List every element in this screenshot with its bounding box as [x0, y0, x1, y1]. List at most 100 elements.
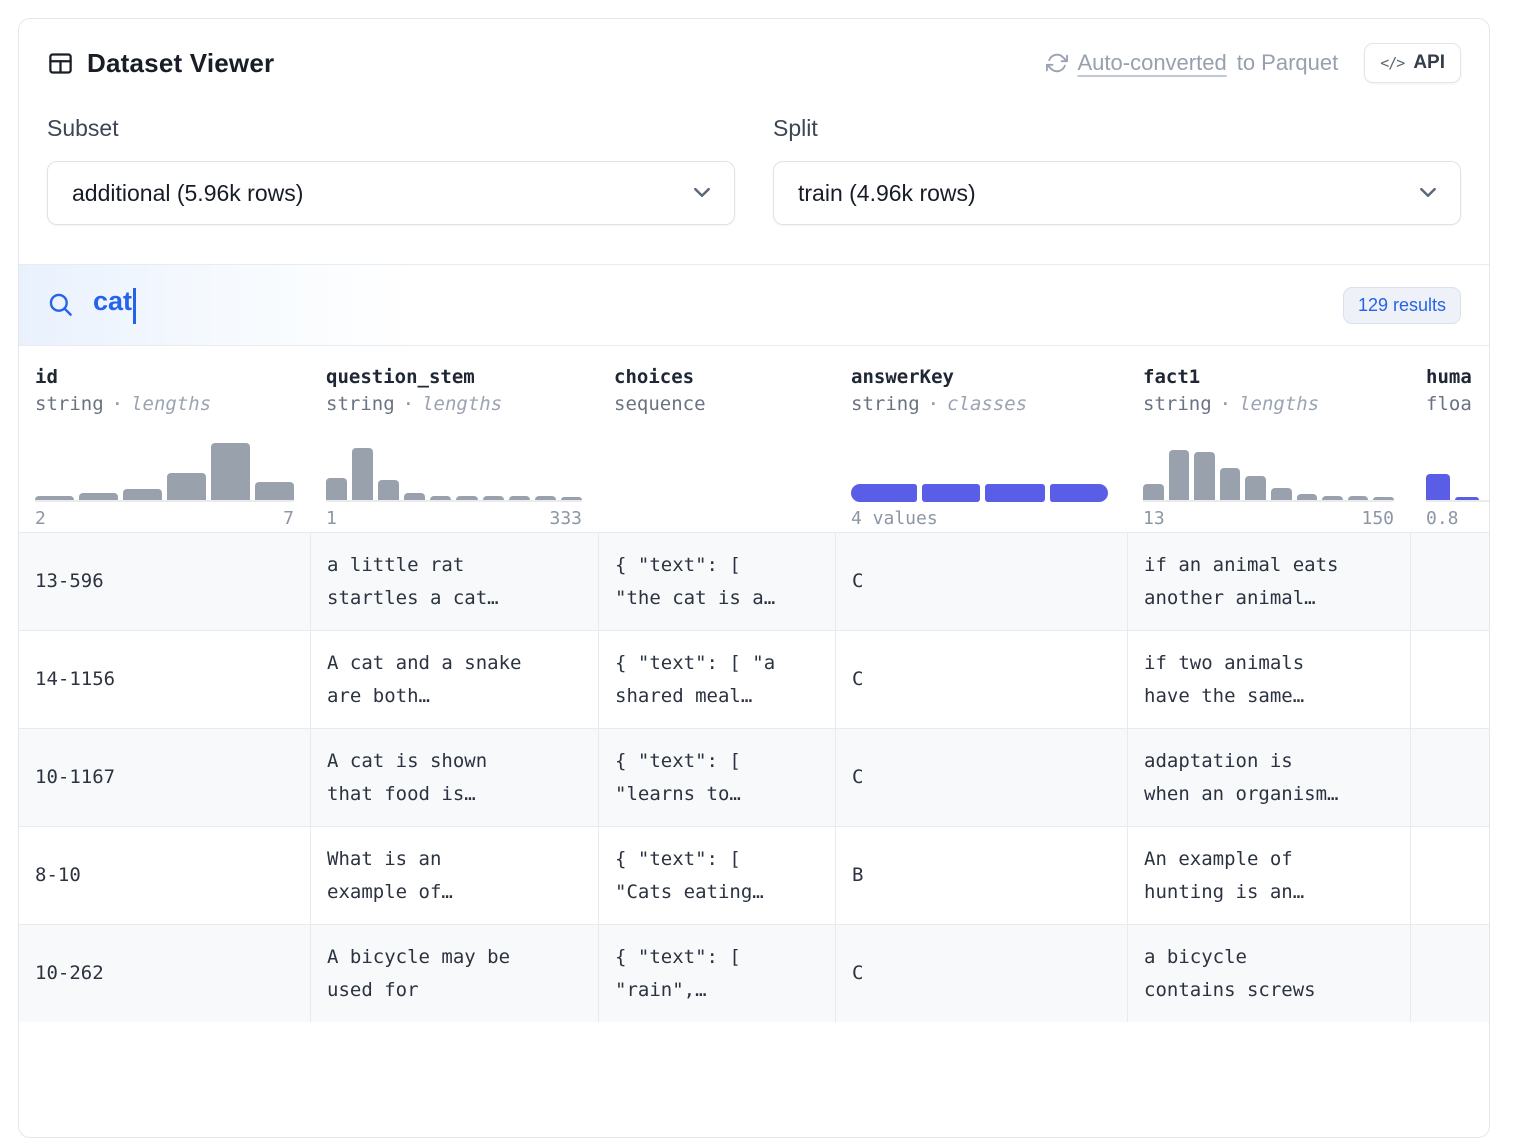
- class-distribution-bar: [851, 484, 1108, 502]
- histogram-bar: [211, 443, 250, 500]
- column-type: string·lengths: [326, 390, 582, 418]
- chevron-down-icon: [1420, 188, 1436, 198]
- auto-converted-note: Auto-converted to Parquet: [1046, 50, 1339, 76]
- cell-choices: { "text": [ "rain",…: [598, 925, 835, 1022]
- split-label: Split: [773, 113, 1461, 143]
- histogram-bar: [456, 496, 477, 500]
- subset-control: Subset additional (5.96k rows): [47, 113, 735, 225]
- histogram-bar: [255, 482, 294, 500]
- table-row[interactable]: 13-596a little rat startles a cat…{ "tex…: [19, 532, 1489, 630]
- class-segment: [851, 484, 917, 502]
- column-name: fact1: [1143, 364, 1394, 390]
- histogram-bar: [167, 473, 206, 500]
- histogram-bar: [483, 496, 504, 500]
- subset-split-controls: Subset additional (5.96k rows) Split tra…: [19, 83, 1489, 225]
- cell-question_stem: a little rat startles a cat…: [310, 533, 598, 630]
- table-header-row: idstring·lengths27question_stemstring·le…: [19, 346, 1489, 532]
- cell-choices: { "text": [ "Cats eating…: [598, 827, 835, 924]
- search-input[interactable]: cat: [47, 286, 1343, 324]
- histogram-bar: [1143, 484, 1164, 500]
- table-row[interactable]: 10-262A bicycle may be used for{ "text":…: [19, 924, 1489, 1022]
- cell-choices: { "text": [ "the cat is a…: [598, 533, 835, 630]
- subset-label: Subset: [47, 113, 735, 143]
- api-button-label: API: [1413, 52, 1445, 74]
- cell-choices: { "text": [ "a shared meal…: [598, 631, 835, 728]
- histogram-range-labels: [614, 508, 819, 532]
- histogram-range-labels: 27: [35, 508, 294, 532]
- column-type: floa: [1426, 390, 1490, 418]
- histogram-bar: [35, 496, 74, 500]
- table-body: 13-596a little rat startles a cat…{ "tex…: [19, 532, 1489, 1022]
- histogram-bar: [326, 478, 347, 500]
- page-title: Dataset Viewer: [87, 48, 274, 79]
- table-row[interactable]: 10-1167A cat is shown that food is…{ "te…: [19, 728, 1489, 826]
- cell-id: 8-10: [19, 827, 310, 924]
- column-name: id: [35, 364, 294, 390]
- cell-answerKey: C: [835, 631, 1127, 728]
- histogram-range-labels: 4 values: [851, 508, 1111, 532]
- header-right: Auto-converted to Parquet </> API: [1046, 43, 1462, 83]
- histogram-bar: [79, 493, 118, 500]
- cell-answerKey: C: [835, 925, 1127, 1022]
- histogram-bar: [1245, 476, 1266, 500]
- class-segment: [985, 484, 1045, 502]
- column-header-choices: choicessequence: [598, 364, 835, 532]
- chevron-down-icon: [694, 188, 710, 198]
- results-count-badge: 129 results: [1343, 287, 1461, 324]
- card-header: Dataset Viewer Auto-converted to Parquet…: [19, 19, 1489, 83]
- api-button[interactable]: </> API: [1364, 43, 1461, 83]
- histogram-bar: [1455, 497, 1479, 500]
- split-selected-value: train (4.96k rows): [798, 180, 976, 207]
- search-icon: [47, 291, 74, 318]
- column-name: answerKey: [851, 364, 1111, 390]
- class-segment: [1050, 484, 1108, 502]
- histogram-bar: [1271, 488, 1292, 500]
- text-cursor: [133, 288, 136, 324]
- cell-question_stem: A bicycle may be used for: [310, 925, 598, 1022]
- column-name: huma: [1426, 364, 1490, 390]
- split-select[interactable]: train (4.96k rows): [773, 161, 1461, 225]
- histogram-range-labels: 1333: [326, 508, 582, 532]
- refresh-icon: [1046, 52, 1068, 74]
- table-icon: [47, 50, 74, 77]
- class-segment: [922, 484, 980, 502]
- column-type: string·lengths: [1143, 390, 1394, 418]
- histogram-bar: [352, 448, 373, 500]
- cell-humanScore: [1410, 533, 1490, 630]
- histogram-humanScore: [1426, 444, 1490, 502]
- cell-fact1: An example of hunting is an…: [1127, 827, 1410, 924]
- histogram-bar: [535, 496, 556, 500]
- cell-question_stem: A cat and a snake are both…: [310, 631, 598, 728]
- cell-question_stem: A cat is shown that food is…: [310, 729, 598, 826]
- histogram-bar: [1322, 496, 1343, 500]
- histogram-bar: [509, 496, 530, 500]
- histogram-bar: [1169, 450, 1190, 500]
- histogram-id: [35, 444, 294, 502]
- auto-converted-link[interactable]: Auto-converted: [1078, 50, 1227, 76]
- subset-select[interactable]: additional (5.96k rows): [47, 161, 735, 225]
- column-header-humanScore: humafloa0.8: [1410, 364, 1490, 532]
- histogram-bar: [1373, 497, 1394, 500]
- column-type: string·classes: [851, 390, 1111, 418]
- cell-humanScore: [1410, 729, 1490, 826]
- histogram-bar: [123, 489, 162, 500]
- histogram-answerKey: [851, 444, 1111, 502]
- cell-id: 10-1167: [19, 729, 310, 826]
- table-row[interactable]: 8-10What is an example of…{ "text": [ "C…: [19, 826, 1489, 924]
- cell-id: 10-262: [19, 925, 310, 1022]
- histogram-question_stem: [326, 444, 582, 502]
- histogram-bar: [430, 496, 451, 500]
- cell-id: 13-596: [19, 533, 310, 630]
- title-wrap: Dataset Viewer: [47, 48, 274, 79]
- split-control: Split train (4.96k rows): [773, 113, 1461, 225]
- cell-humanScore: [1410, 631, 1490, 728]
- column-name: question_stem: [326, 364, 582, 390]
- histogram-choices: [614, 444, 819, 502]
- cell-answerKey: B: [835, 827, 1127, 924]
- subset-selected-value: additional (5.96k rows): [72, 180, 303, 207]
- table-row[interactable]: 14-1156A cat and a snake are both…{ "tex…: [19, 630, 1489, 728]
- cell-humanScore: [1410, 925, 1490, 1022]
- histogram-bar: [1426, 474, 1450, 500]
- cell-answerKey: C: [835, 729, 1127, 826]
- column-type: sequence: [614, 390, 819, 418]
